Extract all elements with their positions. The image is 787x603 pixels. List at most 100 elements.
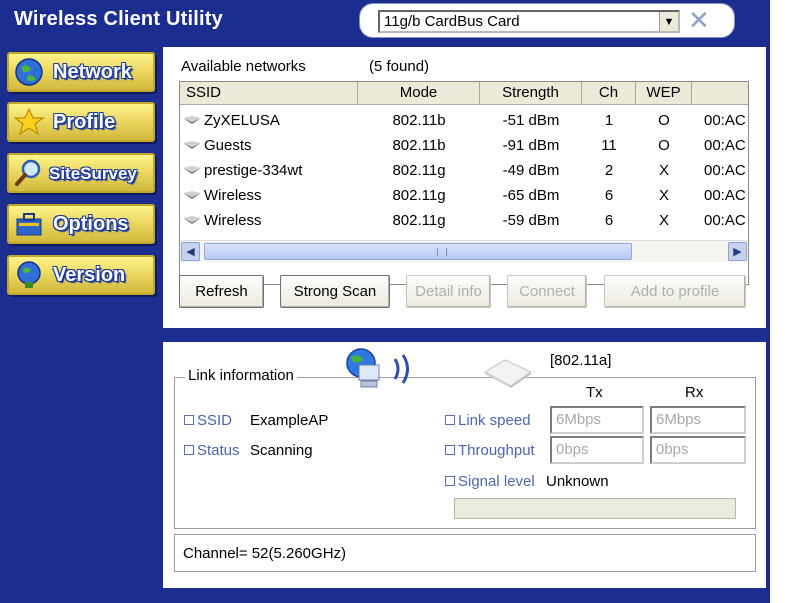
- column-header-wep[interactable]: WEP: [636, 82, 692, 105]
- row-bssid: 00:AC: [704, 212, 746, 229]
- signal-level-checkbox-icon: [445, 476, 455, 486]
- signal-level-label: Signal level: [445, 473, 535, 490]
- close-icon[interactable]: ✕: [688, 6, 710, 34]
- refresh-button[interactable]: Refresh: [179, 275, 264, 308]
- network-computer-icon: [346, 348, 409, 388]
- channel-info: Channel= 52(5.260GHz): [183, 545, 347, 562]
- detail-info-button[interactable]: Detail info: [406, 275, 491, 308]
- row-wep: X: [658, 212, 669, 229]
- nav-options-label: Options: [53, 213, 129, 235]
- app-window: Wireless Client Utility 11g/b CardBus Ca…: [0, 0, 787, 603]
- access-point-icon: [183, 141, 201, 150]
- link-panel: Link information [802.11a] Tx Rx SSID Ex…: [163, 342, 766, 588]
- row-channel: 11: [601, 137, 617, 154]
- scroll-right-icon[interactable]: ▶: [728, 242, 747, 261]
- adapter-select[interactable]: 11g/b CardBus Card ▼: [378, 10, 680, 33]
- access-point-icon: [183, 191, 201, 200]
- row-wep: X: [658, 187, 669, 204]
- add-to-profile-button[interactable]: Add to profile: [604, 275, 746, 308]
- nav-network-label: Network: [53, 61, 132, 83]
- link-speed-rx-field: 6Mbps: [650, 406, 746, 434]
- link-info-title: Link information: [185, 367, 297, 384]
- grip-icon: [437, 248, 447, 256]
- access-point-icon: [183, 216, 201, 225]
- column-header-mode[interactable]: Mode: [358, 82, 480, 105]
- star-icon: [13, 107, 45, 136]
- link-speed-tx-field: 6Mbps: [550, 406, 644, 434]
- link-speed-label: Link speed: [445, 412, 531, 429]
- row-wep: X: [658, 162, 669, 179]
- row-ssid: prestige-334wt: [204, 162, 303, 179]
- nav-options-button[interactable]: Options: [7, 204, 155, 244]
- channel-box: Channel= 52(5.260GHz): [174, 534, 756, 572]
- status-checkbox-icon: [184, 445, 194, 455]
- table-row[interactable]: Guests 802.11b -91 dBm 11 O 00:AC: [180, 133, 748, 158]
- table-header: SSID Mode Strength Ch WEP: [180, 82, 748, 105]
- column-header-strength[interactable]: Strength: [480, 82, 582, 105]
- globe-person-icon: [17, 261, 41, 288]
- row-strength: -51 dBm: [502, 112, 560, 129]
- access-point-icon: [183, 116, 201, 125]
- row-mode: 802.11b: [392, 112, 446, 129]
- row-channel: 6: [604, 212, 614, 229]
- throughput-label: Throughput: [445, 442, 535, 459]
- connect-button[interactable]: Connect: [507, 275, 587, 308]
- table-row[interactable]: Wireless 802.11g -59 dBm 6 X 00:AC: [180, 208, 748, 233]
- table-row[interactable]: prestige-334wt 802.11g -49 dBm 2 X 00:AC: [180, 158, 748, 183]
- row-mode: 802.11b: [392, 137, 446, 154]
- band-label: [802.11a]: [550, 352, 612, 369]
- tx-header: Tx: [586, 384, 603, 401]
- row-strength: -59 dBm: [502, 212, 560, 229]
- row-wep: O: [658, 112, 670, 129]
- ssid-value: ExampleAP: [250, 412, 329, 429]
- networks-panel: Available networks (5 found) SSID Mode S…: [163, 47, 766, 328]
- nav-version-button[interactable]: Version: [7, 255, 155, 295]
- row-mode: 802.11g: [392, 187, 446, 204]
- networks-count: (5 found): [369, 58, 430, 75]
- access-point-icon: [183, 166, 201, 175]
- row-ssid: ZyXELUSA: [204, 112, 280, 129]
- column-header-ch[interactable]: Ch: [582, 82, 636, 105]
- table-row[interactable]: ZyXELUSA 802.11b -51 dBm 1 O 00:AC: [180, 108, 748, 133]
- chevron-down-icon[interactable]: ▼: [659, 12, 678, 31]
- row-mode: 802.11g: [392, 212, 446, 229]
- rx-header: Rx: [685, 384, 704, 401]
- row-channel: 2: [604, 162, 614, 179]
- nav-network-button[interactable]: Network: [7, 52, 155, 92]
- column-header-ssid[interactable]: SSID: [180, 82, 358, 105]
- column-header-bssid[interactable]: [692, 82, 748, 105]
- wireless-card-icon: [483, 359, 532, 388]
- nav-sitesurvey-label: SiteSurvey: [49, 164, 137, 183]
- table-row[interactable]: Wireless 802.11g -65 dBm 6 X 00:AC: [180, 183, 748, 208]
- networks-title: Available networks: [181, 58, 306, 75]
- nav-version-label: Version: [53, 264, 126, 286]
- row-strength: -65 dBm: [502, 187, 560, 204]
- row-ssid: Wireless: [204, 187, 262, 204]
- signal-level-bar: [454, 498, 736, 519]
- nav-sitesurvey-button[interactable]: SiteSurvey: [7, 153, 155, 193]
- row-channel: 6: [604, 187, 614, 204]
- utility-frame: Wireless Client Utility 11g/b CardBus Ca…: [0, 0, 770, 603]
- row-bssid: 00:AC: [704, 112, 746, 129]
- networks-table[interactable]: SSID Mode Strength Ch WEP ZyXELUSA 802.1…: [179, 81, 749, 285]
- throughput-checkbox-icon: [445, 445, 455, 455]
- ssid-label: SSID: [184, 412, 232, 429]
- scroll-left-icon[interactable]: ◀: [181, 242, 200, 261]
- nav-profile-label: Profile: [53, 111, 116, 133]
- row-ssid: Wireless: [204, 212, 262, 229]
- row-strength: -91 dBm: [502, 137, 560, 154]
- app-title: Wireless Client Utility: [14, 8, 223, 30]
- ssid-checkbox-icon: [184, 415, 194, 425]
- status-value: Scanning: [250, 442, 313, 459]
- scrollbar-thumb[interactable]: [204, 243, 632, 260]
- status-label: Status: [184, 442, 240, 459]
- row-bssid: 00:AC: [704, 137, 746, 154]
- row-bssid: 00:AC: [704, 162, 746, 179]
- strong-scan-button[interactable]: Strong Scan: [280, 275, 390, 308]
- row-channel: 1: [604, 112, 614, 129]
- row-mode: 802.11g: [392, 162, 446, 179]
- row-strength: -49 dBm: [502, 162, 560, 179]
- row-bssid: 00:AC: [704, 187, 746, 204]
- horizontal-scrollbar[interactable]: ◀ ▶: [180, 240, 748, 262]
- nav-profile-button[interactable]: Profile: [7, 102, 155, 142]
